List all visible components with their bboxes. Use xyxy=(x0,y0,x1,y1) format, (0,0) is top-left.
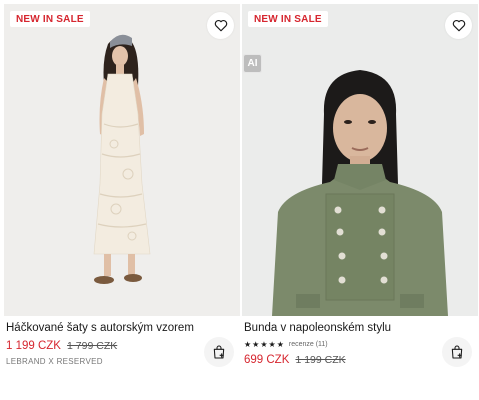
product-title[interactable]: Bunda v napoleonském stylu xyxy=(244,322,391,334)
brand-label: LEBRAND X RESERVED xyxy=(6,357,103,366)
wishlist-button[interactable] xyxy=(207,12,234,39)
rating-stars: ★★★★★ xyxy=(244,340,285,349)
sale-price: 699 CZK xyxy=(244,354,290,366)
product-image-1[interactable]: NEW IN SALE xyxy=(4,4,240,316)
price-row: 699 CZK 1 199 CZK xyxy=(244,354,346,366)
heart-icon xyxy=(214,19,227,32)
original-price: 1 799 CZK xyxy=(67,340,118,352)
product-image-2[interactable]: NEW IN SALE AI xyxy=(242,4,478,316)
rating[interactable]: ★★★★★ recenze (11) xyxy=(244,340,328,349)
product-photo-jacket xyxy=(242,4,478,316)
add-to-cart-icon xyxy=(451,345,463,359)
add-to-cart-button[interactable] xyxy=(442,337,472,367)
product-card-2[interactable]: NEW IN SALE AI Bunda v napoleonském styl… xyxy=(242,0,478,400)
product-photo-dress xyxy=(4,4,240,316)
wishlist-button[interactable] xyxy=(445,12,472,39)
add-to-cart-icon xyxy=(213,345,225,359)
heart-icon xyxy=(452,19,465,32)
product-card-1[interactable]: NEW IN SALE Háčkované šaty s autorským v… xyxy=(4,0,240,400)
original-price: 1 199 CZK xyxy=(295,354,346,366)
ai-generated-badge: AI xyxy=(243,54,262,73)
add-to-cart-button[interactable] xyxy=(204,337,234,367)
sale-price: 1 199 CZK xyxy=(6,340,61,352)
price-row: 1 199 CZK 1 799 CZK xyxy=(6,340,117,352)
ai-label: AI xyxy=(244,55,261,72)
sale-badge: NEW IN SALE xyxy=(248,11,328,27)
sale-badge: NEW IN SALE xyxy=(10,11,90,27)
product-title[interactable]: Háčkované šaty s autorským vzorem xyxy=(6,322,194,334)
review-count: recenze (11) xyxy=(288,341,328,348)
